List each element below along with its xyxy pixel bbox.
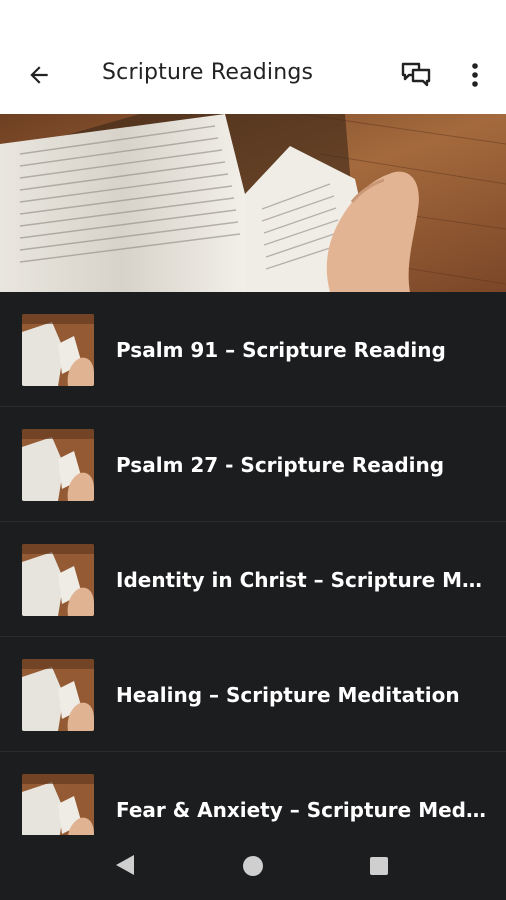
- nav-back-button[interactable]: [114, 853, 136, 882]
- more-vert-icon: [472, 63, 478, 87]
- item-title: Fear & Anxiety – Scripture Meditation: [116, 798, 486, 822]
- thumbnail-image: [22, 544, 94, 616]
- list-item[interactable]: Healing – Scripture Meditation: [0, 637, 506, 752]
- status-bar: [0, 0, 506, 36]
- nav-back-icon: [116, 855, 134, 875]
- item-title: Psalm 27 - Scripture Reading: [116, 453, 445, 477]
- readings-list: Psalm 91 – Scripture Reading Psalm 27 - …: [0, 292, 506, 840]
- thumbnail-image: [22, 314, 94, 386]
- thumbnail-image: [22, 774, 94, 840]
- nav-recents-button[interactable]: [369, 856, 389, 881]
- list-item[interactable]: Psalm 91 – Scripture Reading: [0, 292, 506, 407]
- more-options-button[interactable]: [460, 58, 490, 92]
- item-title: Healing – Scripture Meditation: [116, 683, 460, 707]
- back-button[interactable]: [22, 58, 56, 92]
- thumbnail-image: [22, 429, 94, 501]
- hero-image: [0, 114, 506, 292]
- nav-home-icon: [243, 856, 263, 876]
- item-title: Identity in Christ – Scripture Meditatio…: [116, 568, 486, 592]
- item-title: Psalm 91 – Scripture Reading: [116, 338, 446, 362]
- chat-bubbles-icon: [401, 62, 431, 87]
- thumbnail-image: [22, 659, 94, 731]
- system-navigation-bar: [0, 835, 506, 900]
- list-item[interactable]: Identity in Christ – Scripture Meditatio…: [0, 522, 506, 637]
- list-item[interactable]: Fear & Anxiety – Scripture Meditation: [0, 752, 506, 840]
- app-bar: Scripture Readings: [0, 36, 506, 114]
- list-item[interactable]: Psalm 27 - Scripture Reading: [0, 407, 506, 522]
- nav-home-button[interactable]: [242, 855, 264, 882]
- page-title: Scripture Readings: [102, 60, 314, 85]
- chat-button[interactable]: [398, 58, 434, 92]
- nav-recents-icon: [370, 857, 388, 875]
- arrow-back-icon: [30, 66, 48, 84]
